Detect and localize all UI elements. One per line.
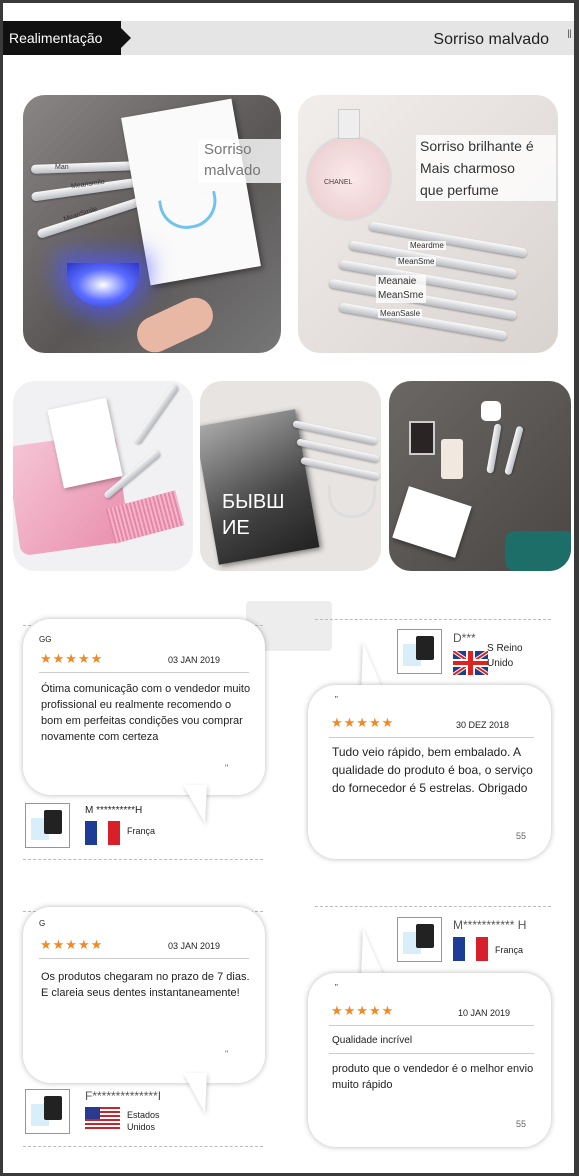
quote-mark: " <box>225 763 229 773</box>
divider <box>39 958 249 959</box>
review-title: Qualidade incrível <box>332 1035 413 1046</box>
france-flag-icon <box>453 937 489 961</box>
thumb-device <box>416 924 434 948</box>
divider <box>23 859 263 860</box>
divider <box>315 906 551 907</box>
hand <box>131 291 219 353</box>
review-text: Os produtos chegaram no prazo de 7 dias.… <box>41 971 250 999</box>
pen-label: Meardme <box>408 241 446 250</box>
teal-bag <box>505 531 571 571</box>
bubble-tail <box>361 929 385 979</box>
whitening-pen <box>30 161 140 174</box>
divider <box>329 1025 534 1026</box>
thumb-device <box>416 636 434 660</box>
perfume-bottle <box>409 421 435 455</box>
whitening-pen <box>504 425 524 476</box>
review-date: 30 DEZ 2018 <box>456 720 510 730</box>
rating-stars: ★★★★★ <box>331 1003 395 1018</box>
divider <box>23 1146 263 1147</box>
divider <box>329 1053 534 1054</box>
section-title: Sorriso malvado <box>433 31 549 48</box>
photo-cosmetics <box>389 381 571 571</box>
perfume-bottle <box>306 135 392 221</box>
pen-label: MeanSme <box>396 257 437 266</box>
section-header: Realimentação Sorriso malvado ‖ <box>3 21 574 55</box>
review-count: 55 <box>516 1119 527 1129</box>
thumb-device <box>44 810 62 834</box>
review-text: Tudo veio rápido, bem embalado. A qualid… <box>332 745 533 795</box>
buyer-name: M **********H <box>85 805 143 816</box>
usa-flag-icon <box>85 1107 120 1131</box>
buyer-name: F**************I <box>85 1089 162 1103</box>
review-text: produto que o vendedor é o melhor envio … <box>332 1063 534 1091</box>
thumb-device <box>44 1096 62 1120</box>
buyer-name: D*** <box>453 631 476 645</box>
earbuds-case <box>481 401 501 421</box>
review-text: Ótima comunicação com o vendedor muito p… <box>41 683 251 743</box>
rating-stars: ★★★★★ <box>331 715 395 730</box>
led-light <box>67 263 139 307</box>
pen-label: MeanSasle <box>378 309 423 318</box>
product-box <box>121 98 261 286</box>
product-box <box>392 486 472 558</box>
reviewer-name: G <box>39 919 46 928</box>
reviewer-name: GG <box>39 635 52 644</box>
divider <box>39 672 249 673</box>
uk-flag-icon <box>453 651 488 675</box>
bottle-label: CHANEL <box>324 179 353 186</box>
bubble-tail <box>183 1073 207 1113</box>
photo-perfume-and-pens: CHANEL Sorriso brilhante é Mais charmoso… <box>298 95 558 353</box>
buyer-country: Estados Unidos <box>127 1110 160 1132</box>
divider <box>329 737 534 738</box>
header-mark: ‖ <box>567 27 572 41</box>
product-thumbnail[interactable] <box>397 629 442 674</box>
magazine <box>200 409 320 565</box>
product-thumbnail[interactable] <box>397 917 442 962</box>
product-thumbnail[interactable] <box>25 1089 70 1134</box>
photo-kit-with-led: Man Meansmilo MeanSmile Sorriso malvado <box>23 95 281 353</box>
tile-caption: Sorriso malvado <box>198 139 281 183</box>
whitening-pen <box>486 423 502 474</box>
divider <box>315 619 551 620</box>
tile-caption: Sorriso brilhante é Mais charmoso que pe… <box>416 135 556 201</box>
cosmetic-bottle <box>441 439 463 479</box>
review-date: 03 JAN 2019 <box>168 655 221 665</box>
tray-icon <box>328 485 376 518</box>
review-count: 55 <box>516 831 527 841</box>
page: Realimentação Sorriso malvado ‖ Man Mean… <box>3 3 574 1173</box>
reviewer-name: " <box>335 695 338 704</box>
tile-caption: БЫВШ ИЕ <box>222 491 285 539</box>
buyer-country: S Reino Unido <box>487 643 523 669</box>
product-thumbnail[interactable] <box>25 803 70 848</box>
quote-mark: " <box>225 1049 229 1059</box>
reviewer-name: " <box>335 983 338 992</box>
pen-label: Man <box>55 164 69 171</box>
whitening-pen <box>133 383 179 446</box>
photo-pink-bag <box>13 381 193 571</box>
bubble-tail <box>183 785 207 823</box>
review-date: 03 JAN 2019 <box>168 941 221 951</box>
review-bubble <box>308 973 551 1147</box>
tray-icon <box>158 190 221 234</box>
pen-label: Meanaie MeanSme <box>376 275 426 303</box>
bottle-cap <box>338 109 360 139</box>
buyer-country: França <box>495 945 524 955</box>
buyer-country: França <box>127 826 156 836</box>
france-flag-icon <box>85 821 121 845</box>
buyer-name: M*********** H <box>453 918 527 932</box>
review-date: 10 JAN 2019 <box>458 1008 511 1018</box>
rating-stars: ★★★★★ <box>40 937 104 952</box>
photo-magazine: БЫВШ ИЕ <box>200 381 381 571</box>
whitening-pen <box>36 195 146 240</box>
rating-stars: ★★★★★ <box>40 651 104 666</box>
section-tag: Realimentação <box>3 21 131 55</box>
